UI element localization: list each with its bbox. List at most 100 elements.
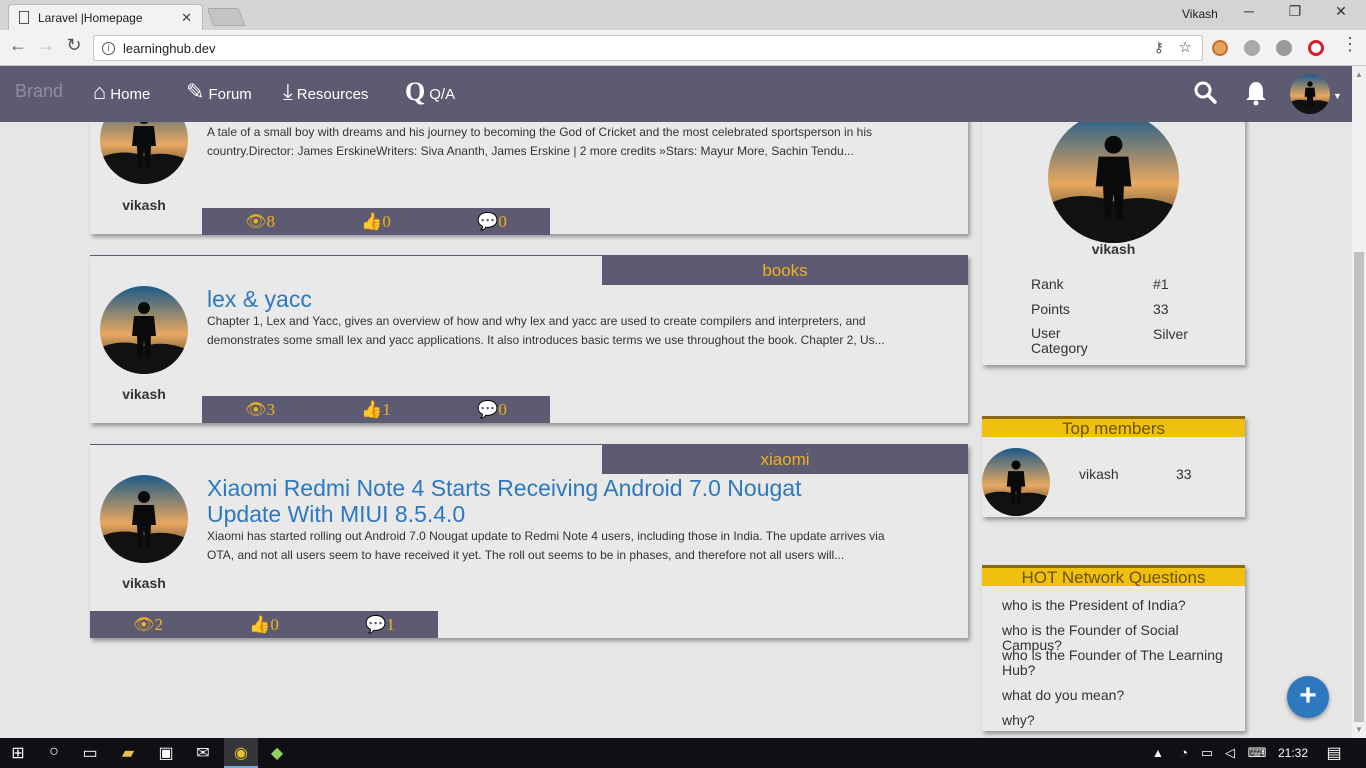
profile-name[interactable]: vikash [982, 241, 1245, 257]
views-stat: 👁 2 [90, 611, 206, 638]
post-card[interactable]: books vikash lex & yacc Chapter 1, Lex a… [90, 255, 968, 423]
thumbs-up-icon: 👍 [361, 211, 383, 231]
comments-stat[interactable]: 💬 0 [434, 208, 550, 235]
notifications-icon[interactable]: ▤ [1323, 743, 1345, 763]
window-user-label[interactable]: Vikash [1182, 7, 1218, 21]
bell-icon[interactable] [1244, 80, 1268, 113]
post-title-line[interactable]: Update With MIUI 8.5.4.0 [207, 501, 801, 527]
drive-extension-icon[interactable] [1244, 40, 1260, 56]
profile-avatar[interactable] [1048, 122, 1179, 243]
back-icon[interactable]: ← [6, 35, 30, 56]
key-icon[interactable]: ⚷ [1154, 39, 1164, 56]
task-view-icon[interactable]: ▭ [79, 743, 101, 763]
author-avatar[interactable] [100, 475, 188, 563]
nav-forum[interactable]: ✎ Forum [186, 79, 252, 104]
author-name[interactable]: vikash [100, 386, 188, 402]
post-card[interactable]: vikash A tale of a small boy with dreams… [90, 122, 968, 235]
tab-close-icon[interactable]: ✕ [181, 10, 192, 26]
cookie-extension-icon[interactable] [1212, 40, 1228, 56]
eye-icon: 👁 [132, 614, 155, 634]
category-badge[interactable]: xiaomi [602, 445, 968, 474]
info-icon[interactable]: i [102, 41, 115, 55]
post-stats-bar: 👁 8 👍 0 💬 0 [202, 208, 550, 235]
chevron-down-icon[interactable]: ▼ [1333, 91, 1342, 101]
url-text: learninghub.dev [123, 40, 216, 56]
volume-icon[interactable]: ◁ [1219, 745, 1241, 761]
likes-count: 0 [270, 614, 279, 634]
post-description-line: demonstrates some small lex and yacc app… [207, 333, 885, 347]
opera-extension-icon[interactable] [1308, 40, 1324, 56]
minimize-icon[interactable]: ─ [1234, 3, 1264, 19]
author-name[interactable]: vikash [100, 197, 188, 213]
git-icon[interactable]: ◆ [266, 743, 288, 763]
post-title-line[interactable]: Xiaomi Redmi Note 4 Starts Receiving And… [207, 475, 801, 501]
author-name[interactable]: vikash [100, 575, 188, 591]
rank-value: #1 [1153, 276, 1169, 292]
store-icon[interactable]: ▣ [155, 743, 177, 763]
likes-stat[interactable]: 👍 0 [318, 208, 434, 235]
restore-icon[interactable]: ❐ [1280, 3, 1310, 20]
member-name[interactable]: vikash [1079, 466, 1119, 482]
comments-icon: 💬 [365, 614, 387, 634]
question-link[interactable]: why? [1002, 713, 1242, 728]
member-avatar[interactable] [982, 448, 1050, 516]
post-description: Xiaomi has started rolling out Android 7… [207, 527, 897, 565]
scroll-up-icon[interactable]: ▲ [1355, 70, 1363, 79]
nav-home[interactable]: ⌂ Home [93, 81, 150, 104]
bookmark-star-icon[interactable]: ☆ [1179, 38, 1192, 56]
scrollbar-thumb[interactable] [1354, 252, 1364, 722]
nav-qa[interactable]: Q Q/A [405, 77, 456, 106]
file-explorer-icon[interactable]: ▰ [117, 743, 139, 763]
window-close-icon[interactable]: ✕ [1326, 3, 1356, 20]
comments-count: 0 [498, 399, 507, 419]
comments-stat[interactable]: 💬 0 [434, 396, 550, 423]
add-post-button[interactable]: + [1287, 676, 1329, 718]
reload-icon[interactable]: ↻ [62, 35, 86, 56]
post-title-link[interactable]: lex & yacc [207, 286, 312, 312]
tray-chevron-icon[interactable]: ▲ [1147, 746, 1169, 760]
views-count: 3 [266, 399, 276, 419]
post-description: Chapter 1, Lex and Yacc, gives an overvi… [207, 312, 897, 350]
address-bar[interactable]: i learninghub.dev ⚷ ☆ [93, 35, 1203, 61]
author-avatar[interactable] [100, 286, 188, 374]
profile-card: vikash Rank #1 Points 33 User Category S… [982, 122, 1245, 365]
category-badge[interactable]: books [602, 256, 968, 285]
views-stat: 👁 8 [202, 208, 318, 235]
new-tab-button[interactable] [206, 8, 246, 26]
post-description-line: OTA, and not all users seem to have rece… [207, 548, 845, 562]
author-avatar[interactable] [100, 122, 188, 184]
edit-icon: ✎ [186, 79, 205, 104]
mail-icon[interactable]: ✉ [192, 743, 214, 763]
windows-start-icon[interactable]: ⊞ [7, 743, 29, 763]
q-icon: Q [405, 77, 426, 106]
chrome-icon[interactable]: ◉ [230, 743, 252, 763]
menu-icon[interactable]: ⋮ [1338, 34, 1362, 55]
nav-qa-label: Q/A [429, 86, 456, 103]
cortana-icon[interactable]: ○ [43, 743, 65, 761]
post-title-link[interactable]: Xiaomi Redmi Note 4 Starts Receiving And… [207, 475, 801, 527]
taskbar-clock[interactable]: 21:32 [1278, 746, 1308, 760]
page-scrollbar[interactable]: ▲ ▼ [1352, 66, 1366, 738]
battery-icon[interactable]: ▭ [1196, 745, 1218, 761]
post-card[interactable]: xiaomi vikash Xiaomi Redmi Note 4 Starts… [90, 444, 968, 638]
comments-stat[interactable]: 💬 1 [322, 611, 438, 638]
forward-icon[interactable]: → [34, 35, 58, 56]
nav-resources[interactable]: ⤓ Resources [283, 81, 368, 104]
keyboard-icon[interactable]: ⌨ [1246, 745, 1268, 761]
search-icon[interactable] [1193, 80, 1217, 111]
comments-icon: 💬 [477, 399, 499, 419]
likes-stat[interactable]: 👍 0 [206, 611, 322, 638]
question-link[interactable]: who is the Founder of The Learning Hub? [1002, 648, 1242, 678]
likes-stat[interactable]: 👍 1 [318, 396, 434, 423]
brand-link[interactable]: Brand [15, 81, 63, 102]
user-avatar-menu[interactable] [1290, 74, 1330, 114]
scroll-down-icon[interactable]: ▼ [1355, 725, 1363, 734]
wifi-icon[interactable]: ◔ [1173, 745, 1195, 760]
browser-tab[interactable]: Laravel |Homepage ✕ [8, 4, 203, 30]
question-link[interactable]: what do you mean? [1002, 688, 1242, 703]
thumbs-up-icon: 👍 [249, 614, 271, 634]
cloud-extension-icon[interactable] [1276, 40, 1292, 56]
question-link[interactable]: who is the President of India? [1002, 598, 1242, 613]
main-content: vikash A tale of a small boy with dreams… [0, 122, 1352, 738]
hot-questions-card: HOT Network Questions who is the Preside… [982, 565, 1245, 731]
